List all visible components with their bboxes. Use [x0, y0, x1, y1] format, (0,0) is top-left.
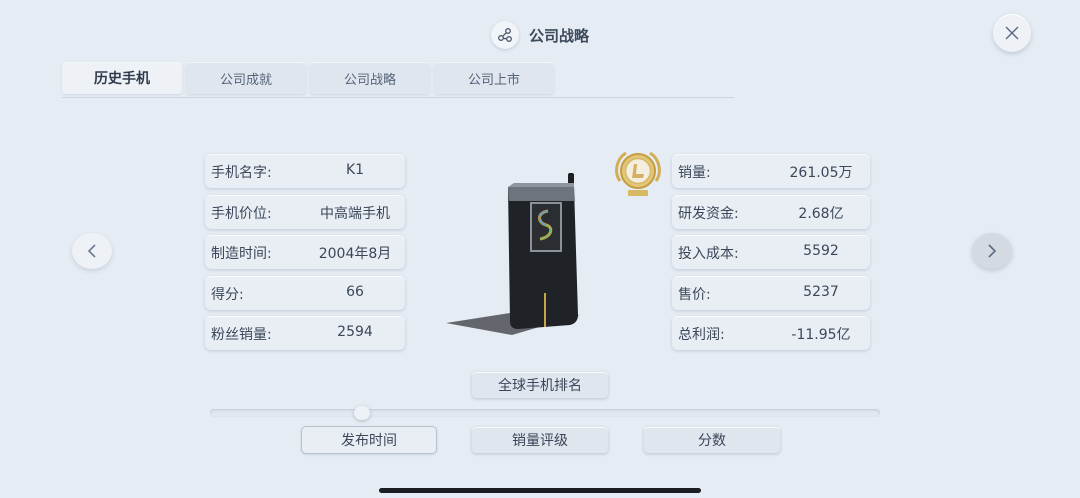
info-value: 2004年8月 [318, 246, 392, 262]
info-label: 制造时间: [211, 246, 272, 262]
tab-history-phones[interactable]: 历史手机 [62, 62, 182, 94]
chevron-left-icon [87, 244, 96, 258]
home-indicator[interactable] [379, 488, 701, 493]
info-label: 研发资金: [678, 206, 739, 222]
info-label: 手机名字: [211, 165, 272, 181]
info-row-price-tier: 手机价位: 中高端手机 [205, 195, 405, 229]
info-label: 粉丝销量: [211, 327, 272, 343]
next-phone-button[interactable] [972, 233, 1012, 269]
sort-by-release-time-button[interactable]: 发布时间 [302, 427, 436, 453]
phone-model-image [440, 165, 590, 340]
sort-by-sales-rating-button[interactable]: 销量评级 [472, 427, 608, 453]
info-value: K1 [345, 162, 365, 178]
info-value: 2594 [337, 324, 373, 340]
info-label: 投入成本: [678, 246, 739, 262]
slider-thumb[interactable] [353, 406, 370, 420]
info-label: 手机价位: [211, 206, 272, 222]
page-header: 公司战略 [0, 18, 1080, 52]
tab-bar: 历史手机 公司成就 公司战略 公司上市 [62, 62, 734, 98]
close-icon [1005, 26, 1019, 40]
info-value: 66 [346, 284, 364, 300]
info-value: -11.95亿 [791, 327, 851, 343]
timeline-slider[interactable] [210, 406, 880, 420]
info-value: 中高端手机 [320, 206, 390, 222]
tab-company-ipo[interactable]: 公司上市 [434, 62, 554, 94]
global-phone-ranking-button[interactable]: 全球手机排名 [472, 372, 608, 398]
info-value: 2.68亿 [798, 206, 844, 222]
tab-company-strategy[interactable]: 公司战略 [310, 62, 430, 94]
info-row-fan-sales: 粉丝销量: 2594 [205, 316, 405, 350]
gold-medal-icon [610, 145, 666, 201]
page-title: 公司战略 [528, 26, 589, 45]
info-value: 5237 [803, 284, 839, 300]
info-row-rd-funds: 研发资金: 2.68亿 [672, 195, 870, 229]
info-row-release-date: 制造时间: 2004年8月 [205, 235, 405, 269]
sort-by-score-button[interactable]: 分数 [644, 427, 780, 453]
info-row-input-cost: 投入成本: 5592 [672, 235, 870, 269]
info-row-total-profit: 总利润: -11.95亿 [672, 316, 870, 350]
info-row-sales: 销量: 261.05万 [672, 154, 870, 188]
info-value: 261.05万 [789, 165, 853, 181]
info-label: 销量: [678, 165, 711, 181]
info-label: 售价: [678, 287, 711, 303]
info-label: 得分: [211, 287, 244, 303]
share-nodes-icon [490, 21, 519, 49]
close-button[interactable] [993, 14, 1031, 52]
info-label: 总利润: [678, 327, 725, 343]
info-row-phone-name: 手机名字: K1 [205, 154, 405, 188]
previous-phone-button[interactable] [72, 233, 112, 269]
tab-company-achievements[interactable]: 公司成就 [186, 62, 306, 94]
info-row-score: 得分: 66 [205, 276, 405, 310]
chevron-right-icon [988, 244, 997, 258]
info-row-sale-price: 售价: 5237 [672, 276, 870, 310]
info-value: 5592 [803, 243, 839, 259]
